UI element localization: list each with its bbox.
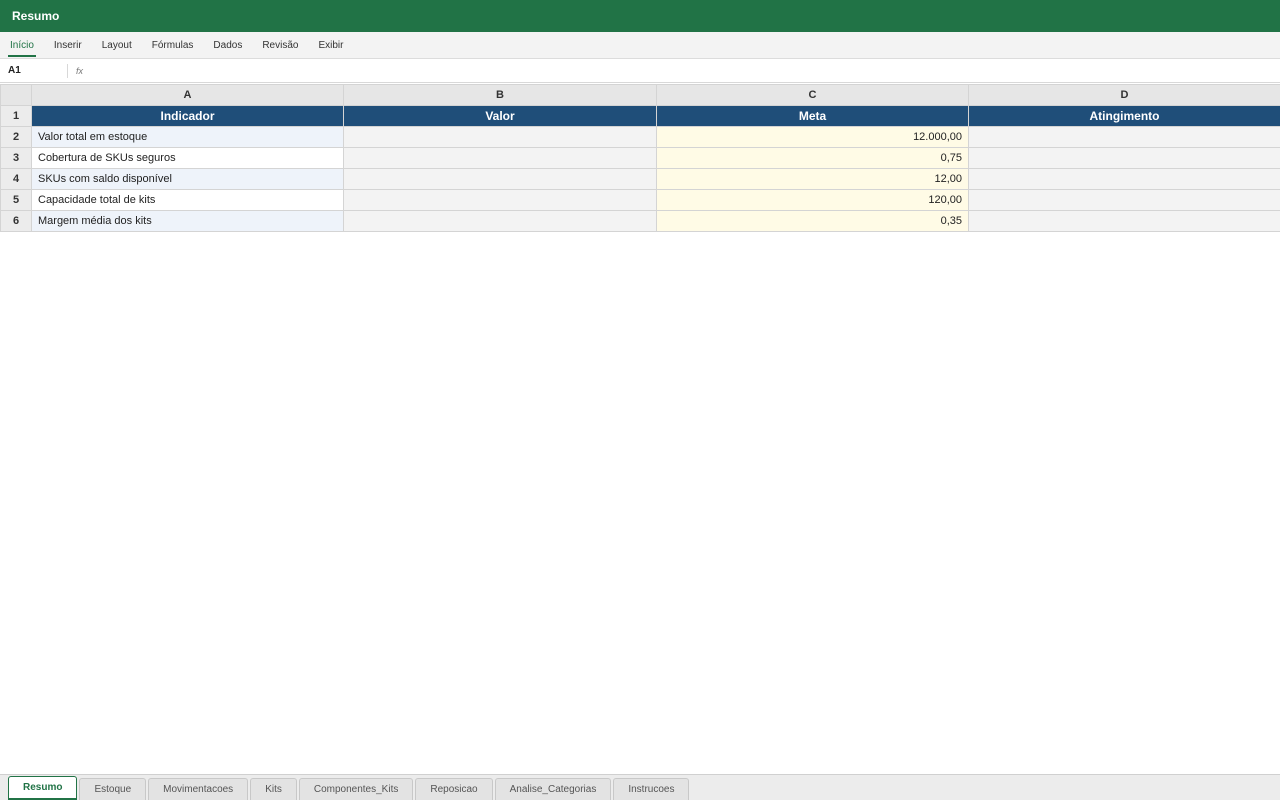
ribbon-tab-revisao[interactable]: Revisão bbox=[252, 32, 308, 58]
cell-valor[interactable] bbox=[343, 210, 657, 232]
cell-indicador[interactable]: Capacidade total de kits bbox=[31, 189, 344, 211]
table-row: 6 Margem média dos kits 0,35 bbox=[0, 210, 1280, 232]
cell-atingimento[interactable] bbox=[968, 168, 1280, 190]
sheet-tab-analise-categorias[interactable]: Analise_Categorias bbox=[494, 778, 612, 800]
sheet-tab-kits[interactable]: Kits bbox=[250, 778, 297, 800]
table-row: 3 Cobertura de SKUs seguros 0,75 bbox=[0, 147, 1280, 169]
row-header[interactable]: 2 bbox=[0, 126, 32, 148]
sheet-tab-estoque[interactable]: Estoque bbox=[79, 778, 147, 800]
header-cell-meta[interactable]: Meta bbox=[656, 105, 969, 127]
spreadsheet-grid: A B C D 1 Indicador Valor Meta Atingimen… bbox=[0, 84, 1280, 232]
cell-indicador[interactable]: Valor total em estoque bbox=[31, 126, 344, 148]
cell-meta[interactable]: 120,00 bbox=[656, 189, 969, 211]
row-header[interactable]: 5 bbox=[0, 189, 32, 211]
header-cell-valor[interactable]: Valor bbox=[343, 105, 657, 127]
sheet-tab-movimentacoes[interactable]: Movimentacoes bbox=[148, 778, 249, 800]
table-row: 4 SKUs com saldo disponível 12,00 bbox=[0, 168, 1280, 190]
cell-indicador[interactable]: Cobertura de SKUs seguros bbox=[31, 147, 344, 169]
header-cell-atingimento[interactable]: Atingimento bbox=[968, 105, 1280, 127]
column-header-b[interactable]: B bbox=[343, 84, 657, 106]
select-all-corner[interactable] bbox=[0, 84, 32, 106]
name-box[interactable]: A1 bbox=[0, 63, 68, 78]
sheet-tab-resumo[interactable]: Resumo bbox=[8, 776, 78, 800]
sheet-tab-bar: Resumo Estoque Movimentacoes Kits Compon… bbox=[0, 774, 1280, 800]
ribbon-tab-layout[interactable]: Layout bbox=[92, 32, 142, 58]
cell-indicador[interactable]: Margem média dos kits bbox=[31, 210, 344, 232]
fx-icon: fx bbox=[76, 65, 84, 76]
row-header[interactable]: 6 bbox=[0, 210, 32, 232]
cell-atingimento[interactable] bbox=[968, 210, 1280, 232]
ribbon-tab-exibir[interactable]: Exibir bbox=[308, 32, 353, 58]
cell-valor[interactable] bbox=[343, 189, 657, 211]
cell-meta[interactable]: 0,35 bbox=[656, 210, 969, 232]
row-header[interactable]: 4 bbox=[0, 168, 32, 190]
sheet-tab-componentes-kits[interactable]: Componentes_Kits bbox=[298, 778, 414, 800]
sheet-tab-reposicao[interactable]: Reposicao bbox=[415, 778, 493, 800]
cell-valor[interactable] bbox=[343, 147, 657, 169]
cell-meta[interactable]: 12.000,00 bbox=[656, 126, 969, 148]
row-header[interactable]: 1 bbox=[0, 105, 32, 127]
formula-input[interactable] bbox=[83, 59, 1280, 82]
formula-bar: A1 fx bbox=[0, 59, 1280, 83]
row-header[interactable]: 3 bbox=[0, 147, 32, 169]
cell-atingimento[interactable] bbox=[968, 147, 1280, 169]
ribbon-tab-formulas[interactable]: Fórmulas bbox=[142, 32, 204, 58]
cell-indicador[interactable]: SKUs com saldo disponível bbox=[31, 168, 344, 190]
header-cell-indicador[interactable]: Indicador bbox=[31, 105, 344, 127]
cell-atingimento[interactable] bbox=[968, 126, 1280, 148]
ribbon-tab-dados[interactable]: Dados bbox=[203, 32, 252, 58]
ribbon-tabs: Início Inserir Layout Fórmulas Dados Rev… bbox=[0, 32, 1280, 59]
cell-meta[interactable]: 0,75 bbox=[656, 147, 969, 169]
ribbon-tab-inserir[interactable]: Inserir bbox=[44, 32, 92, 58]
cell-valor[interactable] bbox=[343, 168, 657, 190]
table-row: 5 Capacidade total de kits 120,00 bbox=[0, 189, 1280, 211]
column-header-c[interactable]: C bbox=[656, 84, 969, 106]
column-header-d[interactable]: D bbox=[968, 84, 1280, 106]
sheet-tab-instrucoes[interactable]: Instrucoes bbox=[613, 778, 690, 800]
workbook-title: Resumo bbox=[12, 9, 60, 23]
app-title-bar: Resumo bbox=[0, 0, 1280, 32]
table-row: 2 Valor total em estoque 12.000,00 bbox=[0, 126, 1280, 148]
cell-valor[interactable] bbox=[343, 126, 657, 148]
column-header-a[interactable]: A bbox=[31, 84, 344, 106]
cell-atingimento[interactable] bbox=[968, 189, 1280, 211]
ribbon-tab-inicio[interactable]: Início bbox=[8, 32, 44, 58]
cell-meta[interactable]: 12,00 bbox=[656, 168, 969, 190]
